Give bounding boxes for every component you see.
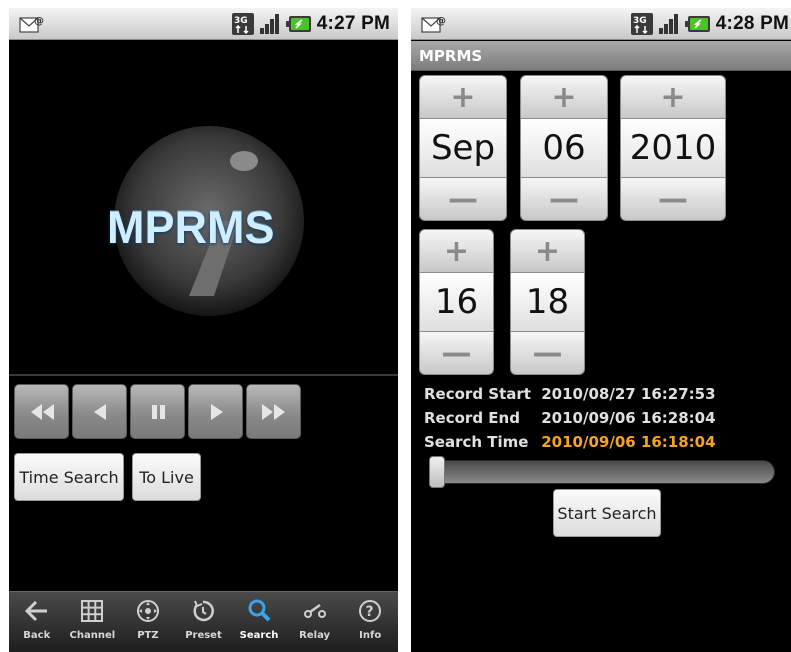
app-title-bar: MPRMS	[411, 41, 791, 71]
nav-label: Channel	[69, 630, 116, 641]
back-arrow-icon	[24, 600, 47, 622]
nav-search[interactable]: Search	[234, 598, 284, 641]
grid-icon	[81, 600, 104, 622]
nav-ptz[interactable]: PTZ	[123, 598, 173, 641]
divider	[9, 374, 398, 376]
minute-value[interactable]: 18	[510, 273, 585, 331]
rewind-button[interactable]	[14, 384, 69, 439]
bottom-navigation: Back Channel PTZ Preset Search Relay ? I…	[9, 591, 398, 652]
minute-decrement-button[interactable]: —	[510, 331, 585, 375]
day-picker: + 06 —	[520, 75, 608, 221]
year-picker: + 2010 —	[620, 75, 726, 221]
svg-text:@: @	[436, 16, 446, 27]
to-live-button[interactable]: To Live	[132, 453, 201, 501]
play-icon	[210, 403, 223, 420]
month-picker: + Sep —	[419, 75, 507, 221]
minute-increment-button[interactable]: +	[510, 229, 585, 273]
pause-button[interactable]	[130, 384, 185, 439]
day-value[interactable]: 06	[520, 119, 608, 177]
pause-icon	[151, 404, 165, 419]
hour-decrement-button[interactable]: —	[419, 331, 494, 375]
search-icon	[248, 599, 271, 622]
svg-text:3G: 3G	[234, 16, 248, 26]
record-end-label: Record End	[424, 409, 520, 427]
svg-text:?: ?	[366, 604, 374, 620]
playback-controls	[14, 384, 301, 439]
nav-label: Info	[359, 630, 382, 641]
3g-network-icon: 3G	[231, 13, 254, 35]
logo-text: MPRMS	[107, 201, 327, 253]
signal-strength-icon	[658, 14, 678, 34]
nav-relay[interactable]: Relay	[290, 598, 340, 641]
fast-forward-icon	[261, 403, 285, 420]
battery-charging-icon	[285, 16, 311, 32]
status-bar: @ 3G 4:27 PM	[9, 8, 398, 40]
signal-strength-icon	[259, 14, 279, 34]
nav-label: Preset	[185, 630, 222, 641]
mail-notification-icon: @	[421, 16, 446, 33]
rewind-icon	[30, 403, 54, 420]
nav-info[interactable]: ? Info	[345, 598, 395, 641]
search-time-value: 2010/09/06 16:18:04	[541, 433, 716, 451]
nav-label: Search	[239, 630, 279, 641]
nav-label: PTZ	[137, 630, 159, 641]
year-decrement-button[interactable]: —	[620, 177, 726, 221]
year-increment-button[interactable]: +	[620, 75, 726, 119]
time-search-button[interactable]: Time Search	[14, 453, 124, 501]
record-start-label: Record Start	[424, 385, 531, 403]
time-slider-track[interactable]	[429, 460, 775, 484]
record-end-value: 2010/09/06 16:28:04	[541, 409, 716, 427]
play-button[interactable]	[188, 384, 243, 439]
month-value[interactable]: Sep	[419, 119, 507, 177]
nav-back[interactable]: Back	[12, 598, 62, 641]
svg-text:@: @	[34, 16, 44, 27]
app-title: MPRMS	[419, 47, 483, 65]
battery-charging-icon	[684, 16, 710, 32]
step-back-button[interactable]	[72, 384, 127, 439]
month-increment-button[interactable]: +	[419, 75, 507, 119]
ptz-icon	[136, 600, 159, 622]
nav-label: Back	[23, 630, 51, 641]
step-back-icon	[93, 403, 106, 420]
svg-text:3G: 3G	[633, 16, 647, 26]
info-icon: ?	[359, 600, 382, 622]
record-end-row: Record End 2010/09/06 16:28:04	[424, 409, 716, 427]
nav-label: Relay	[299, 630, 331, 641]
status-clock: 4:28 PM	[715, 13, 789, 34]
hour-value[interactable]: 16	[419, 273, 494, 331]
preset-icon	[194, 600, 215, 622]
day-increment-button[interactable]: +	[520, 75, 608, 119]
nav-preset[interactable]: Preset	[178, 598, 228, 641]
month-decrement-button[interactable]: —	[419, 177, 507, 221]
year-value[interactable]: 2010	[620, 119, 726, 177]
video-view[interactable]: MPRMS	[9, 41, 398, 377]
3g-network-icon: 3G	[630, 13, 653, 35]
record-start-value: 2010/08/27 16:27:53	[541, 385, 716, 403]
day-decrement-button[interactable]: —	[520, 177, 608, 221]
nav-channel[interactable]: Channel	[67, 598, 117, 641]
search-time-label: Search Time	[424, 433, 529, 451]
record-start-row: Record Start 2010/08/27 16:27:53	[424, 385, 716, 403]
minute-picker: + 18 —	[510, 229, 585, 375]
relay-icon	[303, 603, 326, 618]
mail-notification-icon: @	[19, 16, 44, 33]
right-phone-screen: @ 3G 4:28 PM MPRMS + Sep — + 06 — + 2010…	[411, 8, 791, 652]
hour-increment-button[interactable]: +	[419, 229, 494, 273]
status-bar: @ 3G 4:28 PM	[411, 8, 791, 40]
fast-forward-button[interactable]	[246, 384, 301, 439]
start-search-button[interactable]: Start Search	[553, 489, 661, 537]
left-phone-screen: @ 3G 4:27 PM MPRMS Time Search To Live B…	[9, 8, 398, 652]
hour-picker: + 16 —	[419, 229, 494, 375]
time-slider-thumb[interactable]	[429, 456, 445, 488]
status-clock: 4:27 PM	[316, 13, 390, 34]
search-time-row: Search Time 2010/09/06 16:18:04	[424, 433, 716, 451]
